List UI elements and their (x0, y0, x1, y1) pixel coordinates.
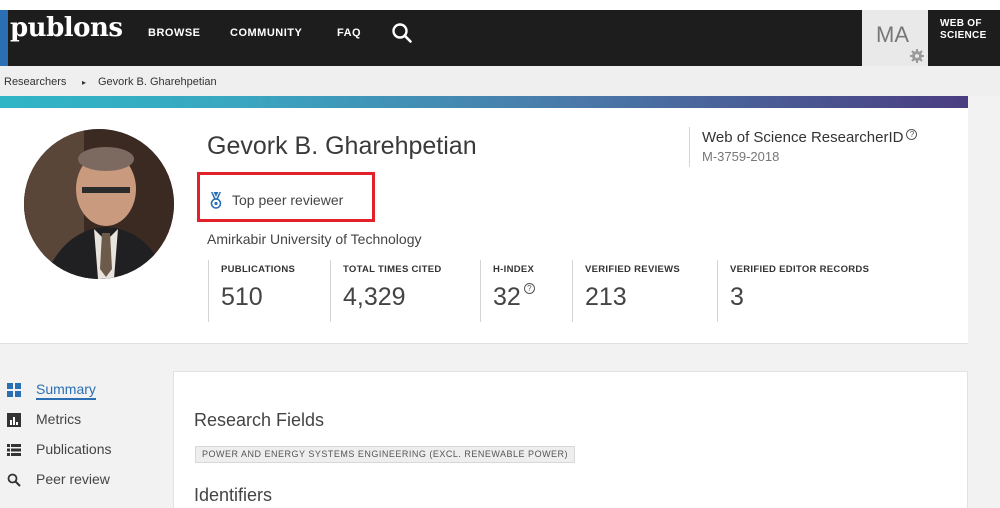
metric-publications[interactable]: PUBLICATIONS 510 (208, 260, 328, 322)
sidebar-item-label: Metrics (36, 411, 82, 427)
research-fields-heading: Research Fields (194, 410, 325, 430)
metric-label: VERIFIED REVIEWS (585, 264, 681, 275)
sidebar-item-label: Peer review (36, 471, 110, 487)
affiliation[interactable]: Amirkabir University of Technology (207, 231, 422, 247)
h-index-value: 32 (493, 283, 521, 311)
metric-value: 32? (493, 283, 570, 312)
search-icon[interactable] (391, 22, 413, 44)
wos-line-1: WEB OF (940, 18, 982, 29)
web-of-science-link[interactable]: WEB OF SCIENCE (940, 18, 987, 42)
metric-value: 3 (730, 283, 744, 311)
summary-content-card (173, 371, 968, 508)
user-avatar-menu[interactable]: MA (862, 10, 928, 66)
metric-value: 510 (221, 283, 263, 311)
metric-label: PUBLICATIONS (221, 264, 296, 275)
metric-total-times-cited[interactable]: TOTAL TIMES CITED 4,329 (330, 260, 478, 322)
researcher-id-label: Web of Science ResearcherID? (702, 129, 918, 146)
search-icon (7, 473, 21, 487)
profile-banner (0, 96, 968, 108)
researcher-id-block: Web of Science ResearcherID? M-3759-2018 (689, 127, 918, 167)
help-icon[interactable]: ? (523, 283, 535, 294)
avatar-initials: MA (876, 22, 909, 47)
help-icon[interactable]: ? (906, 129, 918, 140)
researcher-name: Gevork B. Gharehpetian (207, 132, 477, 160)
research-field-tag[interactable]: POWER AND ENERGY SYSTEMS ENGINEERING (EX… (195, 446, 576, 463)
metric-value: 4,329 (343, 283, 406, 311)
researcher-id-value: M-3759-2018 (702, 149, 780, 164)
nav-community[interactable]: COMMUNITY (230, 27, 302, 39)
researcher-id-label-text: Web of Science ResearcherID (702, 129, 904, 146)
publons-logo[interactable]: publons (10, 13, 123, 43)
profile-photo (24, 129, 174, 279)
metric-verified-reviews[interactable]: VERIFIED REVIEWS 213 (572, 260, 714, 322)
breadcrumb-separator-icon: ▸ (82, 78, 87, 87)
bar-chart-icon (7, 413, 21, 427)
sidebar-item-label: Summary (36, 381, 96, 400)
summary-grid-icon (7, 383, 21, 397)
medal-icon (210, 191, 222, 209)
nav-faq[interactable]: FAQ (337, 27, 361, 39)
wos-line-2: SCIENCE (940, 30, 987, 41)
sidebar-item-label: Publications (36, 441, 112, 457)
metric-h-index[interactable]: H-INDEX 32? (480, 260, 570, 322)
identifiers-heading: Identifiers (194, 485, 273, 505)
list-icon (7, 443, 21, 457)
breadcrumb-researchers[interactable]: Researchers (4, 76, 66, 88)
nav-browse[interactable]: BROWSE (148, 27, 201, 39)
breadcrumb: Researchers ▸ Gevork B. Gharehpetian (0, 66, 1000, 96)
metric-label: H-INDEX (493, 264, 535, 275)
metric-value: 213 (585, 283, 627, 311)
metric-verified-editor-records[interactable]: VERIFIED EDITOR RECORDS 3 (717, 260, 907, 322)
breadcrumb-current: Gevork B. Gharehpetian (98, 76, 217, 88)
metric-label: TOTAL TIMES CITED (343, 264, 442, 275)
logo-accent (0, 10, 8, 66)
top-reviewer-badge[interactable]: Top peer reviewer (232, 192, 343, 208)
gear-icon[interactable] (909, 48, 925, 64)
metric-label: VERIFIED EDITOR RECORDS (730, 264, 870, 275)
